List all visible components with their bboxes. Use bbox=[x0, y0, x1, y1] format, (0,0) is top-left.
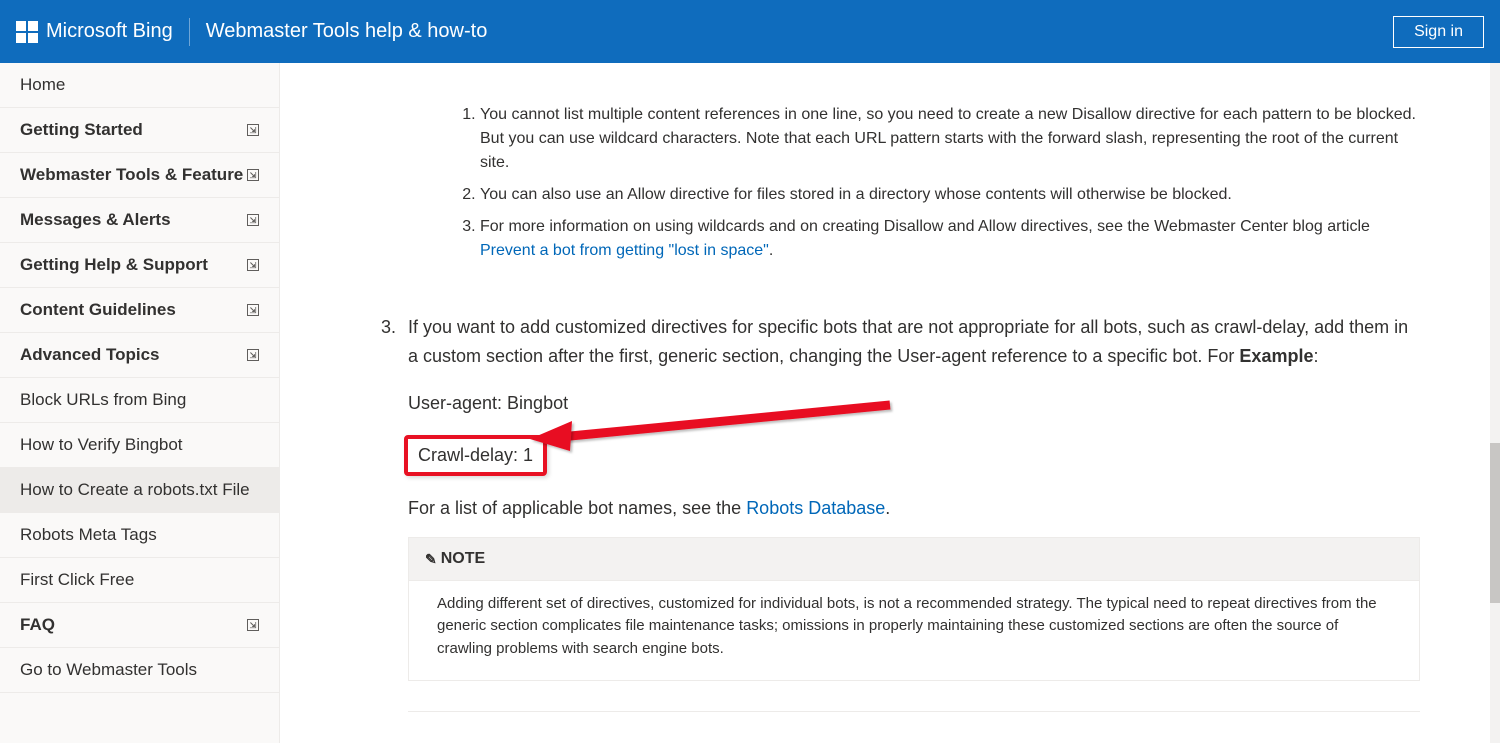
sidebar: Home Getting Started ⇲ Webmaster Tools & … bbox=[0, 63, 280, 743]
list-item: You can also use an Allow directive for … bbox=[480, 183, 1420, 207]
after-text-b: . bbox=[885, 498, 890, 518]
note-header: ✎ NOTE bbox=[409, 538, 1419, 580]
sidebar-item-label: Messages & Alerts bbox=[20, 210, 171, 230]
note-label: NOTE bbox=[441, 546, 485, 572]
sign-in-button[interactable]: Sign in bbox=[1393, 16, 1484, 48]
step-text-b: : bbox=[1313, 346, 1318, 366]
note-body: Adding different set of directives, cust… bbox=[409, 580, 1419, 681]
sidebar-item-create-robots[interactable]: How to Create a robots.txt File bbox=[0, 468, 279, 513]
step-example-bold: Example bbox=[1239, 346, 1313, 366]
expand-icon[interactable]: ⇲ bbox=[247, 124, 259, 136]
sidebar-item-label: Robots Meta Tags bbox=[20, 525, 157, 545]
sidebar-item-home[interactable]: Home bbox=[0, 63, 279, 108]
sidebar-item-verify-bingbot[interactable]: How to Verify Bingbot bbox=[0, 423, 279, 468]
sidebar-item-label: How to Verify Bingbot bbox=[20, 435, 183, 455]
section-divider bbox=[408, 711, 1420, 712]
scrollbar-track[interactable] bbox=[1490, 63, 1500, 743]
sub-list: You cannot list multiple content referen… bbox=[440, 103, 1420, 263]
sidebar-item-label: First Click Free bbox=[20, 570, 134, 590]
edit-icon: ✎ bbox=[425, 548, 437, 570]
step-number: 3. bbox=[360, 313, 408, 371]
crawl-delay-highlight: Crawl-delay: 1 bbox=[404, 435, 547, 476]
microsoft-logo-icon bbox=[16, 21, 38, 43]
sidebar-item-help-support[interactable]: Getting Help & Support ⇲ bbox=[0, 243, 279, 288]
main-content: You cannot list multiple content referen… bbox=[280, 63, 1500, 743]
header-left: Microsoft Bing Webmaster Tools help & ho… bbox=[16, 18, 487, 46]
sidebar-item-go-webmaster[interactable]: Go to Webmaster Tools bbox=[0, 648, 279, 693]
sidebar-item-block-urls[interactable]: Block URLs from Bing bbox=[0, 378, 279, 423]
sidebar-item-label: Getting Started bbox=[20, 120, 143, 140]
note-box: ✎ NOTE Adding different set of directive… bbox=[408, 537, 1420, 681]
list-text-end: . bbox=[769, 242, 773, 259]
expand-icon[interactable]: ⇲ bbox=[247, 214, 259, 226]
step-text: If you want to add customized directives… bbox=[408, 313, 1420, 371]
sidebar-item-first-click-free[interactable]: First Click Free bbox=[0, 558, 279, 603]
sidebar-item-label: Getting Help & Support bbox=[20, 255, 208, 275]
sidebar-item-tools-feature[interactable]: Webmaster Tools & Feature ⇲ bbox=[0, 153, 279, 198]
top-header: Microsoft Bing Webmaster Tools help & ho… bbox=[0, 0, 1500, 63]
expand-icon[interactable]: ⇲ bbox=[247, 349, 259, 361]
sidebar-item-getting-started[interactable]: Getting Started ⇲ bbox=[0, 108, 279, 153]
sidebar-item-content-guidelines[interactable]: Content Guidelines ⇲ bbox=[0, 288, 279, 333]
list-text: For more information on using wildcards … bbox=[480, 218, 1370, 235]
list-item: You cannot list multiple content referen… bbox=[480, 103, 1420, 175]
sidebar-item-faq[interactable]: FAQ ⇲ bbox=[0, 603, 279, 648]
sidebar-item-label: Go to Webmaster Tools bbox=[20, 660, 197, 680]
bot-names-line: For a list of applicable bot names, see … bbox=[408, 494, 1420, 523]
sidebar-item-label: Content Guidelines bbox=[20, 300, 176, 320]
prevent-bot-link[interactable]: Prevent a bot from getting "lost in spac… bbox=[480, 242, 769, 259]
page-title: Webmaster Tools help & how-to bbox=[206, 20, 488, 43]
after-text-a: For a list of applicable bot names, see … bbox=[408, 498, 746, 518]
sidebar-item-label: Block URLs from Bing bbox=[20, 390, 186, 410]
step-3: 3. If you want to add customized directi… bbox=[360, 313, 1420, 712]
expand-icon[interactable]: ⇲ bbox=[247, 304, 259, 316]
robots-database-link[interactable]: Robots Database bbox=[746, 498, 885, 518]
sidebar-item-messages-alerts[interactable]: Messages & Alerts ⇲ bbox=[0, 198, 279, 243]
scrollbar-thumb[interactable] bbox=[1490, 443, 1500, 603]
expand-icon[interactable]: ⇲ bbox=[247, 259, 259, 271]
red-arrow-icon bbox=[530, 399, 910, 459]
sidebar-item-advanced-topics[interactable]: Advanced Topics ⇲ bbox=[0, 333, 279, 378]
expand-icon[interactable]: ⇲ bbox=[247, 619, 259, 631]
sidebar-item-label: Webmaster Tools & Feature bbox=[20, 165, 243, 185]
brand-label: Microsoft Bing bbox=[46, 20, 173, 43]
sidebar-item-label: FAQ bbox=[20, 615, 55, 635]
header-divider bbox=[189, 18, 190, 46]
sidebar-item-label: Advanced Topics bbox=[20, 345, 160, 365]
expand-icon[interactable]: ⇲ bbox=[247, 169, 259, 181]
sidebar-item-label: How to Create a robots.txt File bbox=[20, 480, 250, 500]
sidebar-item-robots-meta[interactable]: Robots Meta Tags bbox=[0, 513, 279, 558]
sidebar-item-label: Home bbox=[20, 75, 65, 95]
list-item: For more information on using wildcards … bbox=[480, 215, 1420, 263]
